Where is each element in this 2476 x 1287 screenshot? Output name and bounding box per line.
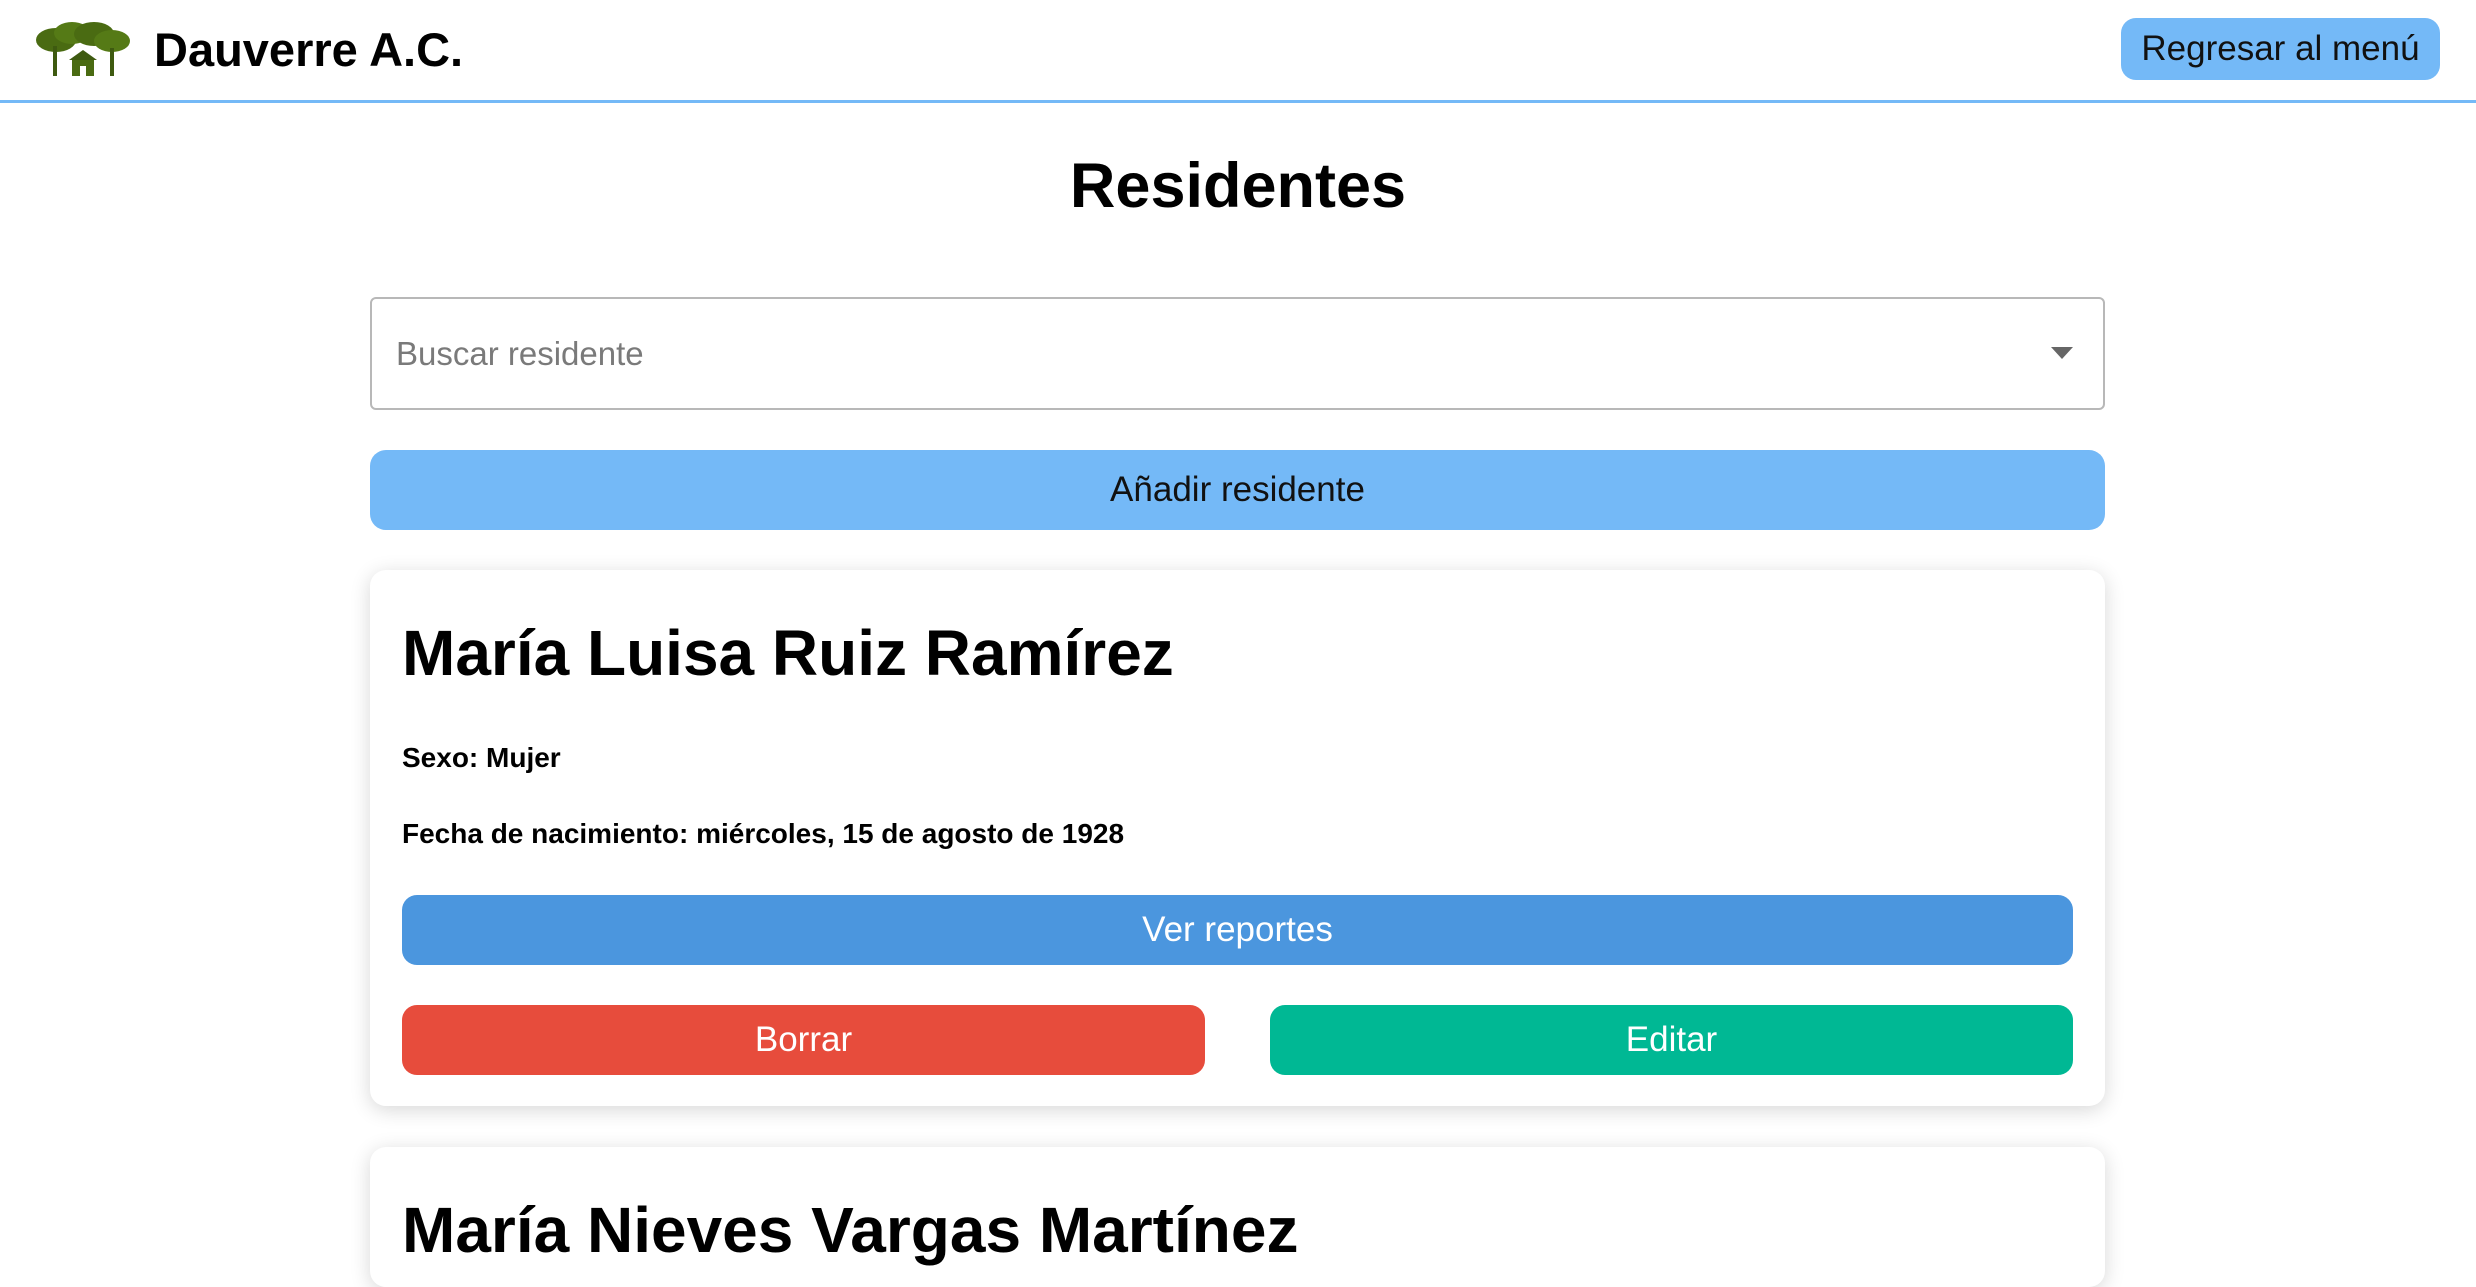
resident-name: María Luisa Ruiz Ramírez (402, 617, 1174, 689)
resident-birthdate: Fecha de nacimiento: miércoles, 15 de ag… (402, 818, 1125, 849)
brand-name: Dauverre A.C. (154, 23, 464, 76)
resident-name: María Nieves Vargas Martínez (402, 1194, 1299, 1266)
add-resident-button[interactable]: Añadir residente (370, 450, 2105, 530)
resident-card: María Nieves Vargas Martínez (370, 1147, 2105, 1287)
back-to-menu-button[interactable]: Regresar al menú (2121, 18, 2440, 80)
resident-card: María Luisa Ruiz Ramírez Sexo: Mujer Fec… (370, 570, 2105, 1106)
edit-button[interactable]: Editar (1270, 1005, 2073, 1075)
trees-house-logo (36, 22, 130, 76)
delete-button[interactable]: Borrar (402, 1005, 1205, 1075)
search-input[interactable] (396, 299, 1996, 408)
page-title: Residentes (1069, 151, 1407, 221)
top-navbar: Dauverre A.C. Regresar al menú (0, 0, 2476, 103)
view-reports-button[interactable]: Ver reportes (402, 895, 2073, 965)
resident-search-select[interactable] (370, 297, 2105, 410)
chevron-down-icon[interactable] (2051, 347, 2073, 359)
resident-sex: Sexo: Mujer (402, 742, 561, 773)
